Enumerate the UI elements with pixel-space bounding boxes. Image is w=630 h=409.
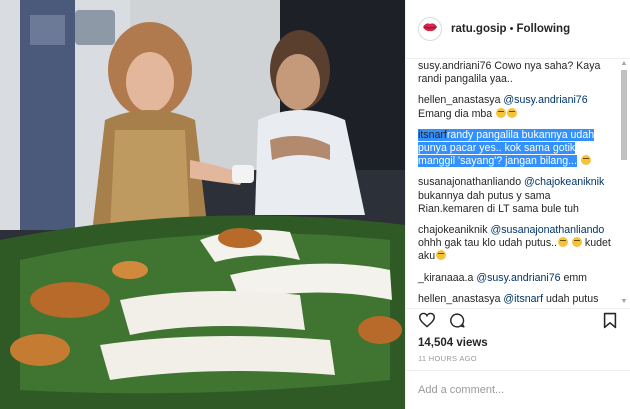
like-button[interactable] [416, 312, 438, 334]
comment-text: bukannya dah putus y sama Rian.kemaren d… [418, 189, 579, 215]
video-frame [0, 0, 405, 409]
post-username[interactable]: ratu.gosip [451, 23, 507, 35]
comment-author[interactable]: hellen_anastasya [418, 94, 500, 106]
comment-item: susanajonathanliando @chajokeaniknik buk… [418, 176, 615, 216]
comments-list[interactable]: susy.andriani76 Cowo nya saha? Kaya rand… [406, 60, 630, 306]
comment-mention[interactable]: @chajokeaniknik [524, 176, 604, 188]
comment-mention[interactable]: @itsnarf [503, 293, 543, 305]
scrollbar-thumb[interactable] [621, 70, 627, 160]
view-count[interactable]: 14,504 views [418, 337, 488, 349]
comment-author[interactable]: susy.andriani76 [418, 60, 491, 72]
comment-composer [406, 370, 630, 409]
comment-text: ohhh gak tau klo udah putus.. [418, 237, 558, 250]
comment-author[interactable]: susanajonathanliando [418, 176, 521, 188]
comment-item: hellen_anastasya @susy.andriani76 Emang … [418, 94, 615, 120]
grinning-face-icon [571, 237, 582, 248]
comments-scrollbar[interactable]: ▲ ▼ [620, 60, 628, 306]
comment-mention[interactable]: @susy.andriani76 [476, 272, 560, 284]
scroll-up-arrow-icon[interactable]: ▲ [620, 60, 628, 68]
speech-bubble-icon [449, 312, 466, 334]
bookmark-icon [603, 312, 617, 334]
comment-item: susy.andriani76 Cowo nya saha? Kaya rand… [418, 60, 615, 86]
add-comment-input[interactable] [418, 384, 619, 396]
comment-author[interactable]: _kiranaaa.a [418, 272, 473, 284]
comment-text: emm [563, 271, 587, 284]
post-timestamp: 11 HOURS AGO [418, 354, 477, 363]
comment-mention[interactable]: @susanajonathanliando [490, 224, 604, 236]
comment-author[interactable]: hellen_anastasya [418, 293, 500, 305]
separator-dot: • [509, 23, 514, 35]
grinning-face-icon [436, 250, 447, 261]
comment-item: chajokeaniknik @susanajonathanliando ohh… [418, 224, 615, 264]
post-actions [406, 308, 630, 336]
comment-text: Emang dia mba [418, 107, 493, 120]
comment-mention[interactable]: @susy.andriani76 [503, 94, 587, 106]
grinning-face-icon [558, 237, 569, 248]
comment-item: _kiranaaa.a @susy.andriani76 emm [418, 272, 615, 285]
grinning-face-icon [507, 107, 518, 118]
heart-icon [418, 312, 436, 333]
grinning-face-icon [496, 107, 507, 118]
post-side-panel: ratu.gosip • Following susy.andriani76 C… [405, 0, 630, 409]
comment-item-selected: itsnarfrandy pangalila bukannya udah pun… [418, 128, 615, 169]
save-button[interactable] [599, 312, 621, 334]
avatar[interactable] [418, 17, 442, 41]
lips-logo-icon [422, 20, 438, 38]
comment-item: hellen_anastasya @itsnarf udah putus mba… [418, 293, 615, 306]
post-header: ratu.gosip • Following [406, 0, 630, 59]
scroll-down-arrow-icon[interactable]: ▼ [620, 298, 628, 306]
smiling-face-icon [580, 155, 591, 166]
comment-button[interactable] [446, 312, 468, 334]
following-button[interactable]: Following [516, 23, 570, 35]
comment-author[interactable]: chajokeaniknik [418, 224, 488, 236]
comment-author[interactable]: itsnarf [418, 128, 447, 141]
post-video[interactable] [0, 0, 405, 409]
